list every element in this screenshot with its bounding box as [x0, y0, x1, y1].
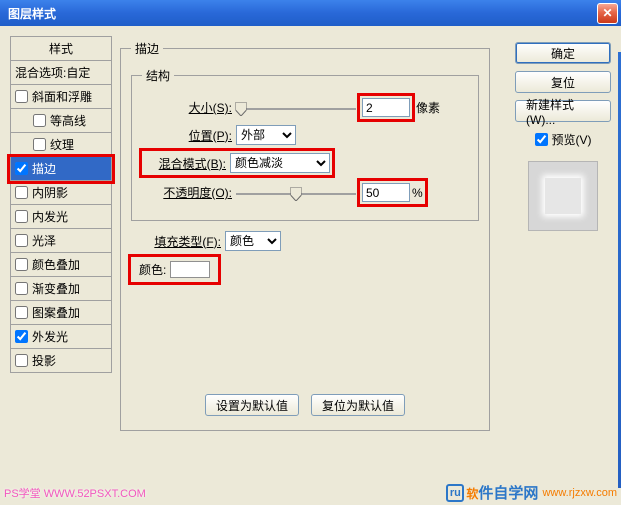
color-row: 颜色:	[131, 257, 479, 282]
reset-default-button[interactable]: 复位为默认值	[311, 394, 405, 416]
styles-row-3[interactable]: 描边	[10, 157, 112, 181]
styles-label-6: 光泽	[32, 232, 56, 249]
styles-checkbox-6[interactable]	[15, 234, 28, 247]
watermark-url: www.rjzxw.com	[542, 487, 617, 499]
structure-legend: 结构	[142, 67, 174, 84]
opacity-slider[interactable]	[236, 186, 356, 200]
new-style-button[interactable]: 新建样式(W)...	[515, 100, 611, 122]
slider-thumb-icon	[291, 187, 302, 201]
styles-row-6[interactable]: 光泽	[10, 229, 112, 253]
styles-row-2[interactable]: 纹理	[10, 133, 112, 157]
dialog-body: 样式 混合选项:自定 斜面和浮雕等高线纹理描边内阴影内发光光泽颜色叠加渐变叠加图…	[0, 26, 621, 505]
styles-label-11: 投影	[32, 352, 56, 369]
styles-label-0: 斜面和浮雕	[32, 88, 92, 105]
size-label: 大小(S):	[142, 99, 232, 116]
styles-row-0[interactable]: 斜面和浮雕	[10, 85, 112, 109]
size-unit: 像素	[416, 99, 440, 116]
styles-checkbox-3[interactable]	[15, 162, 28, 175]
styles-checkbox-5[interactable]	[15, 210, 28, 223]
styles-row-11[interactable]: 投影	[10, 349, 112, 373]
stroke-fieldset: 描边 结构 大小(S): 像素	[120, 40, 490, 431]
defaults-buttons: 设置为默认值 复位为默认值	[131, 394, 479, 416]
opacity-label: 不透明度(O):	[142, 184, 232, 201]
styles-label-10: 外发光	[32, 328, 68, 345]
styles-checkbox-8[interactable]	[15, 282, 28, 295]
watermark-psxt: PS学堂 WWW.52PSXT.COM	[4, 485, 146, 501]
size-slider[interactable]	[236, 101, 356, 115]
blendmode-label: 混合模式(B):	[144, 155, 226, 172]
preview-checkbox[interactable]	[535, 133, 548, 146]
blend-options[interactable]: 混合选项:自定	[10, 61, 112, 85]
preview-inner	[545, 178, 581, 214]
color-label: 颜色:	[139, 261, 166, 278]
color-swatch[interactable]	[170, 261, 210, 278]
cancel-button[interactable]: 复位	[515, 71, 611, 93]
preview-row: 预览(V)	[535, 131, 592, 148]
size-input[interactable]	[362, 98, 410, 117]
set-default-button[interactable]: 设置为默认值	[205, 394, 299, 416]
opacity-row: 不透明度(O): %	[142, 181, 468, 204]
filltype-row: 填充类型(F): 颜色	[131, 231, 479, 251]
styles-label-5: 内发光	[32, 208, 68, 225]
size-row: 大小(S): 像素	[142, 96, 468, 119]
ok-button[interactable]: 确定	[515, 42, 611, 64]
styles-row-4[interactable]: 内阴影	[10, 181, 112, 205]
styles-row-9[interactable]: 图案叠加	[10, 301, 112, 325]
styles-label-4: 内阴影	[32, 184, 68, 201]
right-panel: 确定 复位 新建样式(W)... 预览(V)	[515, 42, 611, 231]
styles-row-8[interactable]: 渐变叠加	[10, 277, 112, 301]
styles-panel: 样式 混合选项:自定 斜面和浮雕等高线纹理描边内阴影内发光光泽颜色叠加渐变叠加图…	[10, 36, 112, 373]
opacity-unit: %	[412, 186, 423, 200]
titlebar: 图层样式 ✕	[0, 0, 621, 26]
close-icon: ✕	[602, 6, 612, 20]
styles-checkbox-9[interactable]	[15, 306, 28, 319]
logo-icon: ru	[446, 484, 464, 502]
position-row: 位置(P): 外部	[142, 125, 468, 145]
styles-label-9: 图案叠加	[32, 304, 80, 321]
styles-checkbox-1[interactable]	[33, 114, 46, 127]
styles-row-7[interactable]: 颜色叠加	[10, 253, 112, 277]
preview-label: 预览(V)	[552, 131, 592, 148]
filltype-label: 填充类型(F):	[131, 233, 221, 250]
styles-checkbox-11[interactable]	[15, 354, 28, 367]
content-panel: 描边 结构 大小(S): 像素	[120, 40, 490, 500]
opacity-input[interactable]	[362, 183, 410, 202]
styles-label-2: 纹理	[50, 136, 74, 153]
watermark-text: 软软件自学网件自学网	[466, 482, 538, 503]
styles-checkbox-10[interactable]	[15, 330, 28, 343]
blendmode-row: 混合模式(B): 颜色减淡	[142, 151, 468, 175]
position-select[interactable]: 外部	[236, 125, 296, 145]
styles-checkbox-2[interactable]	[33, 138, 46, 151]
structure-fieldset: 结构 大小(S): 像素 位置(P):	[131, 67, 479, 221]
styles-checkbox-0[interactable]	[15, 90, 28, 103]
blendmode-select[interactable]: 颜色减淡	[230, 153, 330, 173]
filltype-select[interactable]: 颜色	[225, 231, 281, 251]
styles-label-1: 等高线	[50, 112, 86, 129]
styles-label-3: 描边	[32, 160, 56, 177]
slider-thumb-icon	[235, 102, 246, 116]
stroke-legend: 描边	[131, 40, 163, 57]
styles-label-8: 渐变叠加	[32, 280, 80, 297]
preview-box	[528, 161, 598, 231]
styles-row-5[interactable]: 内发光	[10, 205, 112, 229]
styles-checkbox-4[interactable]	[15, 186, 28, 199]
styles-checkbox-7[interactable]	[15, 258, 28, 271]
window-title: 图层样式	[8, 5, 56, 22]
styles-row-1[interactable]: 等高线	[10, 109, 112, 133]
watermark-rjzxw: ru 软软件自学网件自学网 www.rjzxw.com	[446, 482, 617, 503]
close-button[interactable]: ✕	[597, 3, 618, 24]
position-label: 位置(P):	[142, 127, 232, 144]
styles-label-7: 颜色叠加	[32, 256, 80, 273]
styles-header[interactable]: 样式	[10, 36, 112, 61]
styles-row-10[interactable]: 外发光	[10, 325, 112, 349]
